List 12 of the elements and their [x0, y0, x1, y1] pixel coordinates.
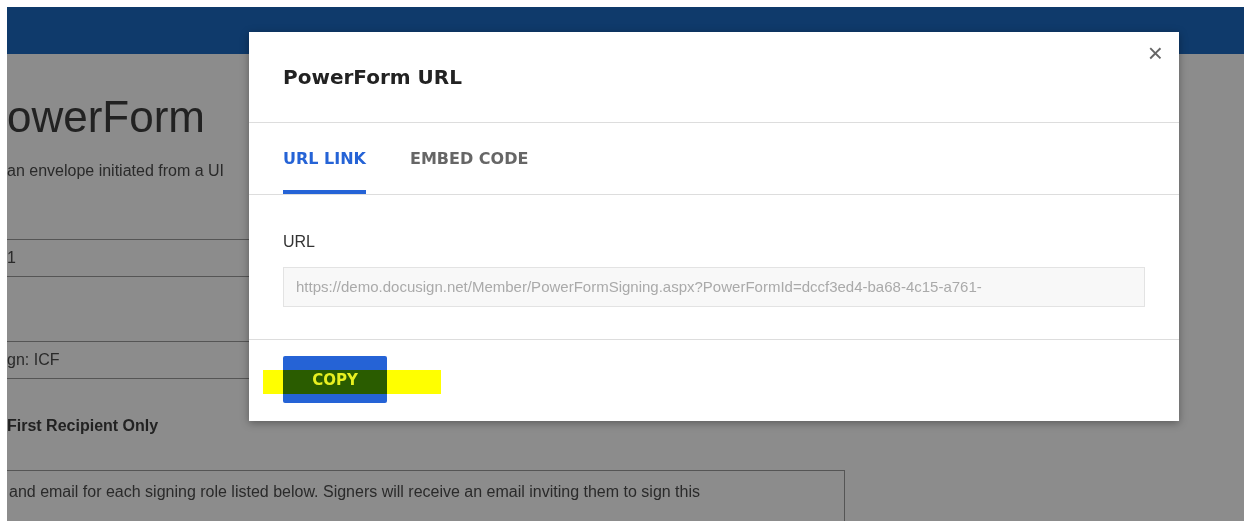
page-description: an envelope initiated from a UI: [7, 162, 225, 180]
dialog-title: PowerForm URL: [283, 65, 462, 89]
tab[interactable]: URL LINK: [283, 123, 366, 194]
instructions-text: and email for each signing role listed below. Signers will receive an email inviting them to sign this: [9, 483, 700, 500]
tab[interactable]: EMBED CODE: [410, 123, 529, 194]
text-field[interactable]: gn: ICF: [7, 341, 249, 379]
page-title: owerForm: [7, 92, 207, 142]
close-button[interactable]: ×: [1143, 40, 1167, 66]
section-heading: First Recipient Only: [7, 417, 160, 435]
text-field[interactable]: 1: [7, 239, 249, 277]
field-label: URL: [283, 233, 315, 251]
copy-button[interactable]: COPY: [283, 356, 387, 403]
